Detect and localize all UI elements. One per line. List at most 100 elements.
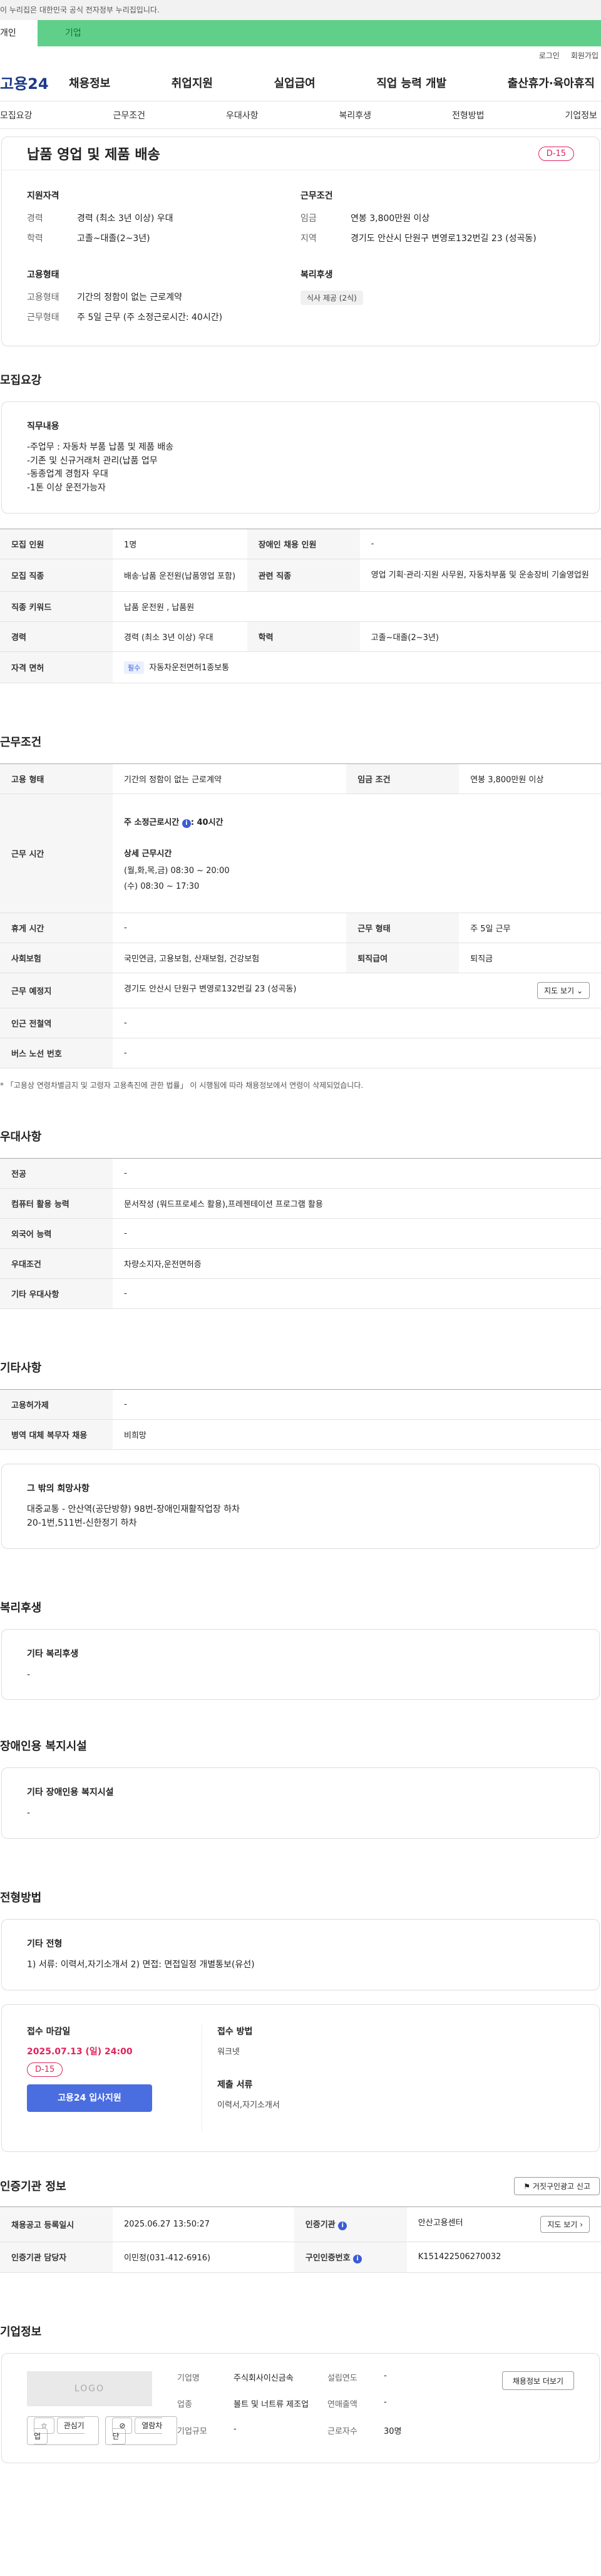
chevron-down-icon: ⌄ <box>576 986 583 996</box>
gnb-item-jobs[interactable]: 채용정보 <box>69 75 110 91</box>
subnav-welfare[interactable]: 복리후생 <box>339 109 371 122</box>
cert-org-value: 안산고용센터 <box>418 2218 463 2228</box>
cell-label: 경력 <box>0 621 113 653</box>
company-staff-label: 근로자수 <box>327 2426 357 2436</box>
place-value: 경기도 안산시 단원구 변영로132번길 23 (성곡동) <box>124 985 297 995</box>
apply-box: 접수 마감일 2025.07.13 (일) 24:00 D-15 고용24 입사… <box>1 2004 600 2152</box>
summary-career-value: 경력 (최소 3년 이상) 우대 <box>77 214 173 224</box>
company-jobs-button[interactable]: 채용정보 더보기 <box>501 2371 574 2390</box>
cell-value: 안산고용센터 지도 보기 › <box>406 2206 601 2242</box>
block-company-button[interactable]: ⊘ 열람차단 <box>105 2416 177 2445</box>
login-link[interactable]: 로그인 <box>539 50 560 61</box>
cell-label: 인증기관 담당자 <box>0 2242 113 2273</box>
table-row: 병역 대체 복무자 채용 비희망 <box>0 1419 601 1451</box>
cert-org-label: 인증기관 <box>305 2220 336 2230</box>
cert-map-button[interactable]: 지도 보기 › <box>540 2215 590 2233</box>
section-title-facility: 장애인용 복지시설 <box>0 1740 87 1754</box>
cell-value: 영업 기획·관리·지원 사무원, 자동차부품 및 운송장비 기술영업원 <box>359 559 601 592</box>
summary-welfare: 복리후생 식사 제공 (2식) <box>300 268 574 331</box>
gnb-item-unemployment[interactable]: 실업급여 <box>274 75 316 91</box>
cell-value: - <box>113 1158 601 1189</box>
cell-label: 근무 형태 <box>346 913 460 944</box>
summary-conditions-title: 근무조건 <box>300 191 333 201</box>
cell-value: K151422506270032 <box>406 2242 601 2273</box>
facility-sub: 기타 장애인용 복지시설 <box>27 1787 114 1798</box>
section-title-welfare: 복리후생 <box>0 1601 42 1615</box>
company-name-label: 기업명 <box>177 2373 200 2383</box>
company-info-grid: 기업명 주식회사이신금속 설립연도 - 업종 볼트 및 너트류 제조업 연매출액 - 기… <box>177 2371 478 2445</box>
gnb-item-support[interactable]: 취업지원 <box>172 75 213 91</box>
gov-banner-text: 이 누리집은 대한민국 공식 전자정부 누리집입니다. <box>0 6 160 14</box>
company-industry-value: 볼트 및 너트류 제조업 <box>234 2400 309 2410</box>
welfare-badge: 식사 제공 (2식) <box>300 291 363 305</box>
summary-wage-label: 임금 <box>300 214 317 224</box>
required-tag: 필수 <box>124 661 145 675</box>
welfare-text: - <box>27 1669 31 1680</box>
user-type-tabs: 개인 기업 <box>0 20 601 46</box>
cert-map-button-label: 지도 보기 <box>547 2220 578 2229</box>
cell-label: 퇴직급여 <box>346 943 460 974</box>
section-title-work: 근무조건 <box>0 736 42 750</box>
subnav-work[interactable]: 근무조건 <box>113 109 145 122</box>
gnb-item-leave[interactable]: 출산휴가·육아휴직 <box>508 75 595 91</box>
cell-label: 채용공고 등록일시 <box>0 2206 113 2242</box>
tab-company[interactable]: 기업 <box>38 20 601 46</box>
info-icon[interactable]: i <box>338 2222 347 2231</box>
join-link[interactable]: 회원가입 <box>571 50 598 61</box>
info-icon[interactable]: i <box>353 2254 362 2263</box>
table-row: 휴게 시간 - 근무 형태 주 5일 근무 <box>0 913 601 944</box>
table-row: 외국어 능력 - <box>0 1218 601 1249</box>
apply-button[interactable]: 고용24 입사지원 <box>27 2084 152 2112</box>
duty-box: 직무내용 -주업무 : 자동차 부품 납품 및 제품 배송 -기존 및 신규거래… <box>1 401 600 514</box>
facility-box: 기타 장애인용 복지시설 - <box>1 1767 600 1839</box>
subnav-company[interactable]: 기업정보 <box>565 109 597 122</box>
cell-label: 고용허가제 <box>0 1389 113 1420</box>
summary-edu-value: 고졸~대졸(2~3년) <box>77 234 150 244</box>
cell-label: 장애인 채용 인원 <box>247 529 360 559</box>
map-button[interactable]: 지도 보기 ⌄ <box>537 982 590 1000</box>
subnav-process[interactable]: 전형방법 <box>452 109 485 122</box>
summary-conditions: 근무조건 임금 연봉 3,800만원 이상 지역 경기도 안산시 단원구 변영로13… <box>300 189 574 252</box>
cell-value: 경기도 안산시 단원구 변영로132번길 23 (성곡동) 지도 보기 ⌄ <box>113 973 601 1009</box>
cell-value: 연봉 3,800만원 이상 <box>459 763 601 795</box>
cell-value: 비희망 <box>113 1419 601 1451</box>
table-row: 인근 전철역 - <box>0 1008 601 1039</box>
table-row: 우대조건 차량소지자,운전면허증 <box>0 1248 601 1280</box>
cell-label: 학력 <box>247 621 360 653</box>
table-row: 모집 인원 1명 장애인 채용 인원 - <box>0 529 601 559</box>
section-title-cert: 인증기관 정보 <box>0 2180 66 2194</box>
section-title-recruit: 모집요강 <box>0 374 42 387</box>
hours-cell: 주 소정근로시간 i: 40시간 상세 근무시간 (월,화,목,금) 08:30… <box>113 794 601 914</box>
subnav-prefer[interactable]: 우대사항 <box>226 109 259 122</box>
cell-label: 병역 대체 복무자 채용 <box>0 1419 113 1451</box>
detail-hours-title: 상세 근무시간 <box>124 849 172 859</box>
cell-label: 근무 예정지 <box>0 973 113 1009</box>
cell-label: 버스 노선 번호 <box>0 1038 113 1069</box>
tab-person[interactable]: 개인 <box>0 20 38 46</box>
site-logo[interactable]: 고용24 <box>0 71 69 93</box>
cell-label: 관련 직종 <box>247 559 360 592</box>
gnb-menu: 채용정보 취업지원 실업급여 직업 능력 개발 출산휴가·육아휴직 <box>69 75 601 91</box>
table-row: 컴퓨터 활용 능력 문서작성 (워드프로세스 활용),프레젠테이션 프로그램 활용 <box>0 1188 601 1219</box>
cell-value: 퇴직금 <box>459 943 601 974</box>
table-row: 근무 예정지 경기도 안산시 단원구 변영로132번길 23 (성곡동) 지도 보… <box>0 973 601 1009</box>
chevron-right-icon: › <box>580 2220 583 2229</box>
subnav-recruit[interactable]: 모집요강 <box>0 109 33 122</box>
summary-area-label: 지역 <box>300 234 317 244</box>
cell-value: 필수 자동차운전면허1종보통 <box>113 651 601 684</box>
cell-label: 기타 우대사항 <box>0 1278 113 1310</box>
info-icon[interactable]: i <box>182 819 191 829</box>
table-row: 인증기관 담당자 이민정(031-412-6916) 구인인증번호 i K151… <box>0 2242 601 2273</box>
section-title-process: 전형방법 <box>0 1891 42 1905</box>
cell-value: 고졸~대졸(2~3년) <box>359 621 601 653</box>
cell-label: 사회보험 <box>0 943 113 974</box>
summary-qualification-title: 지원자격 <box>27 191 59 201</box>
company-size-label: 기업규모 <box>177 2426 207 2436</box>
cell-value: - <box>359 529 601 559</box>
extra-box: 그 밖의 희망사항 대중교통 - 안산역(공단방향) 98번-장애인재활작업장 … <box>1 1464 600 1549</box>
cell-label: 휴게 시간 <box>0 913 113 944</box>
table-row: 경력 경력 (최소 3년 이상) 우대 학력 고졸~대졸(2~3년) <box>0 621 601 653</box>
favorite-company-button[interactable]: ☆ 관심기업 <box>27 2416 100 2445</box>
gnb-item-training[interactable]: 직업 능력 개발 <box>376 75 446 91</box>
report-button[interactable]: ⚑ 거짓구인광고 신고 <box>514 2176 600 2195</box>
